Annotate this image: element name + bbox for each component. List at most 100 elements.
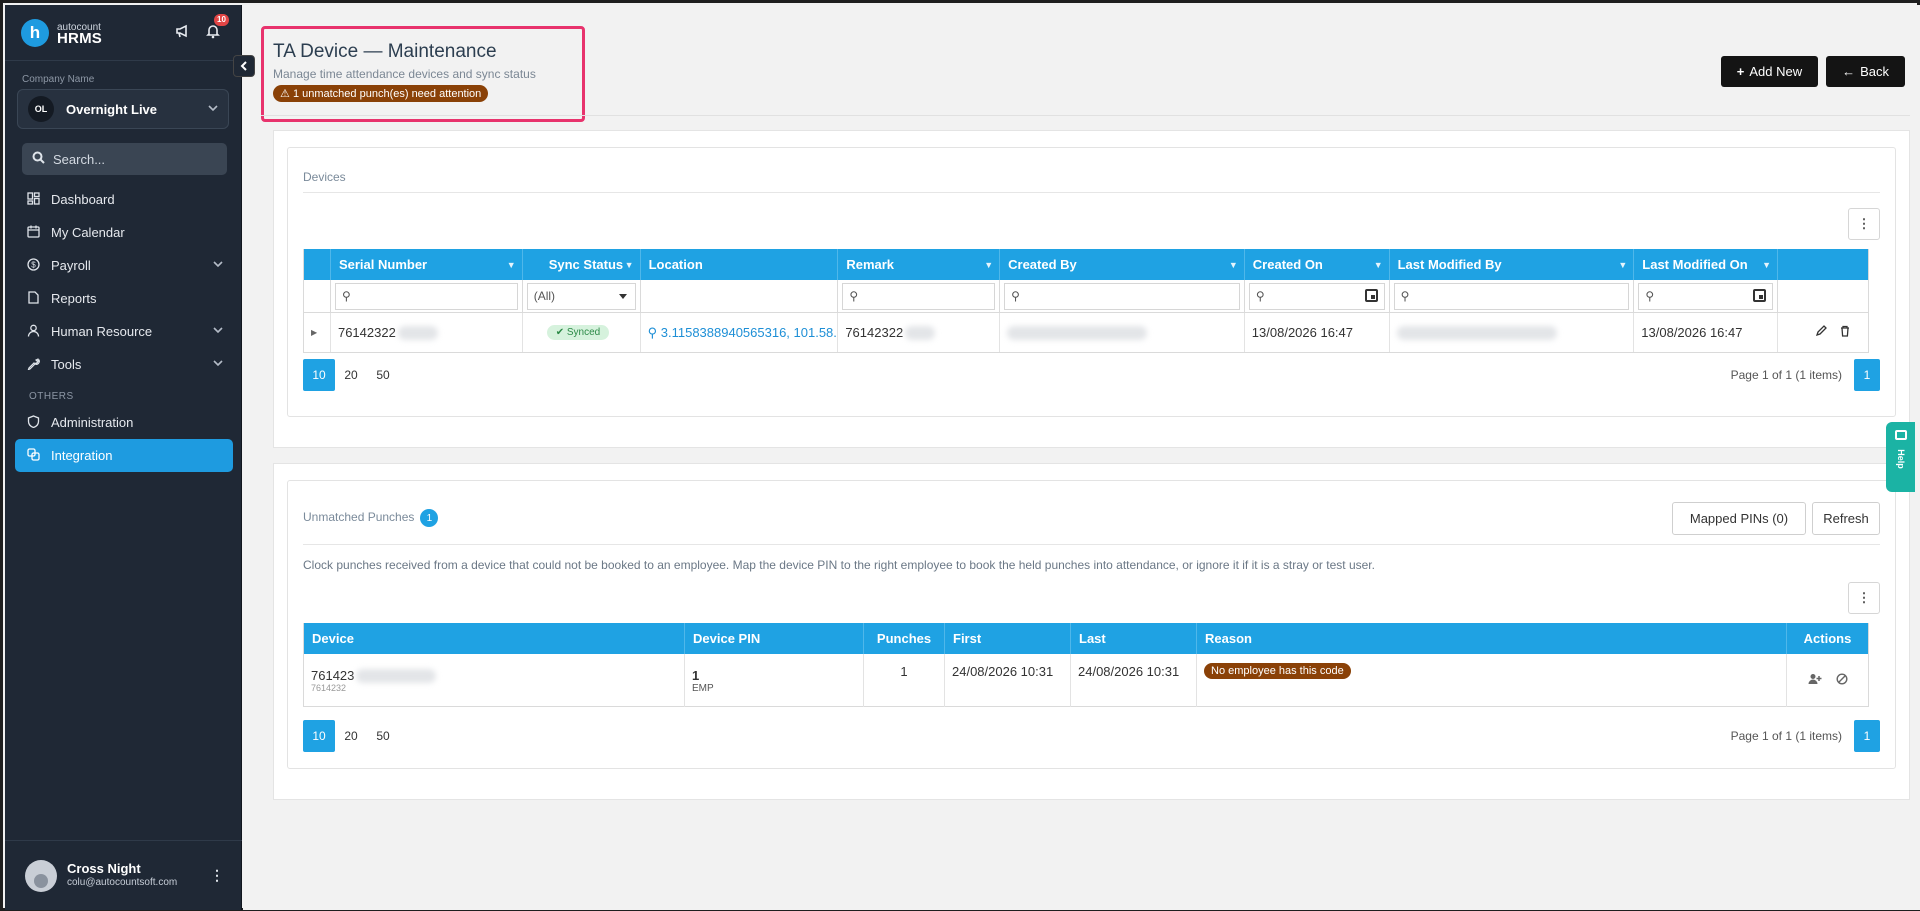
megaphone-icon[interactable]	[175, 23, 191, 43]
help-tab[interactable]: Help	[1886, 422, 1915, 492]
sidebar-item-reports[interactable]: Reports	[5, 282, 241, 315]
sidebar-item-label: My Calendar	[51, 225, 125, 240]
calendar-icon	[25, 225, 41, 241]
brand-logo[interactable]: h	[21, 18, 49, 47]
user-profile[interactable]: Cross Night colu@autocountsoft.com ⋮	[5, 840, 242, 910]
devices-title-divider	[303, 192, 1880, 193]
page-size-20[interactable]: 20	[335, 359, 367, 391]
mapped-pins-button[interactable]: Mapped PINs (0)	[1672, 502, 1806, 535]
remark-value: 76142322	[845, 325, 904, 340]
device-sub-line: 7614232	[311, 683, 346, 693]
column-header-sync-status[interactable]: Sync Status ▼	[523, 249, 641, 280]
sidebar-item-integration[interactable]: Integration	[15, 439, 233, 472]
refresh-button[interactable]: Refresh	[1812, 502, 1880, 535]
search-icon: ⚲	[1255, 289, 1265, 303]
sidebar-item-administration[interactable]: Administration	[5, 406, 241, 439]
page-size-20[interactable]: 20	[335, 720, 367, 752]
serial-filter-input[interactable]: ⚲	[334, 282, 518, 310]
more-vertical-icon[interactable]: ⋮	[210, 867, 224, 884]
remark-filter-input[interactable]: ⚲	[842, 282, 996, 310]
column-header-last[interactable]: Last	[1071, 623, 1197, 654]
column-header-created-by[interactable]: Created By ▼	[1000, 249, 1245, 280]
first-value: 24/08/2026 10:31	[952, 664, 1054, 679]
created-by-cell	[1000, 313, 1245, 352]
pin-sub-value: EMP	[692, 682, 714, 694]
page-number-button[interactable]: 1	[1854, 359, 1880, 391]
page-number-button[interactable]: 1	[1854, 720, 1880, 752]
company-label: Company Name	[22, 74, 95, 85]
column-header-location[interactable]: Location	[641, 249, 839, 280]
sidebar-item-label: Dashboard	[51, 192, 115, 207]
location-cell[interactable]: ⚲ 3.1158388940565316, 101.58...	[641, 313, 839, 352]
sidebar-item-dashboard[interactable]: Dashboard	[5, 183, 241, 216]
table-row[interactable]: 761423 7614232 1 EMP 1 24/08/2026 10:31 …	[304, 654, 1868, 707]
column-header-remark[interactable]: Remark ▼	[838, 249, 1001, 280]
filter-icon[interactable]: ▼	[1229, 260, 1238, 270]
column-header-serial-number[interactable]: Serial Number ▼	[331, 249, 523, 280]
caret-down-icon	[618, 293, 627, 299]
sidebar-item-payroll[interactable]: $ Payroll	[5, 249, 241, 282]
row-actions	[1785, 325, 1851, 340]
filter-icon[interactable]: ▼	[625, 260, 634, 270]
filter-icon[interactable]: ▼	[984, 260, 993, 270]
calendar-icon[interactable]	[1364, 288, 1378, 302]
sidebar-item-label: Payroll	[51, 258, 91, 273]
location-link[interactable]: ⚲ 3.1158388940565316, 101.58...	[648, 325, 838, 341]
reason-cell: No employee has this code	[1197, 654, 1787, 707]
sidebar-item-human-resource[interactable]: Human Resource	[5, 315, 241, 348]
page-size-50[interactable]: 50	[367, 359, 399, 391]
filter-icon[interactable]: ▼	[507, 260, 516, 270]
back-button[interactable]: ← Back	[1826, 56, 1905, 87]
page-size-10[interactable]: 10	[303, 359, 335, 391]
help-label: Help	[1895, 449, 1906, 469]
filter-cell-empty	[641, 280, 839, 312]
column-label: Last Modified By	[1397, 257, 1502, 272]
company-selector[interactable]: OL Overnight Live	[17, 89, 229, 129]
unmatched-menu-button[interactable]: ⋮	[1848, 582, 1880, 614]
column-header-device-pin[interactable]: Device PIN	[685, 623, 864, 654]
created-on-filter-input[interactable]: ⚲	[1248, 282, 1385, 310]
devices-card: Devices ⋮ Serial Number ▼ Sync Status ▼ Lo…	[287, 147, 1896, 417]
sync-status-text: Synced	[566, 327, 601, 338]
column-header-punches[interactable]: Punches	[864, 623, 945, 654]
map-employee-icon[interactable]	[1808, 673, 1822, 688]
trash-icon[interactable]	[1839, 325, 1851, 340]
modified-on-filter-input[interactable]: ⚲	[1638, 282, 1774, 310]
sidebar-item-my-calendar[interactable]: My Calendar	[5, 216, 241, 249]
devices-menu-button[interactable]: ⋮	[1848, 208, 1880, 240]
column-header-first[interactable]: First	[945, 623, 1071, 654]
page-size-10[interactable]: 10	[303, 720, 335, 752]
devices-panel: Devices ⋮ Serial Number ▼ Sync Status ▼ Lo…	[273, 130, 1910, 448]
row-actions-cell	[1778, 313, 1868, 352]
page-size-options: 10 20 50	[303, 720, 399, 752]
filter-icon[interactable]: ▼	[1374, 260, 1383, 270]
expand-row-icon[interactable]: ▶	[304, 313, 331, 352]
ignore-icon[interactable]	[1835, 673, 1848, 688]
sidebar-collapse-button[interactable]	[233, 55, 255, 77]
column-header-last-modified-by[interactable]: Last Modified By ▼	[1390, 249, 1635, 280]
created-by-filter-input[interactable]: ⚲	[1004, 282, 1240, 310]
column-header-reason[interactable]: Reason	[1197, 623, 1787, 654]
page-size-50[interactable]: 50	[367, 720, 399, 752]
modified-by-filter-input[interactable]: ⚲	[1393, 282, 1630, 310]
unmatched-title-text: Unmatched Punches	[303, 510, 415, 525]
sidebar-item-tools[interactable]: Tools	[5, 348, 241, 381]
filter-icon[interactable]: ▼	[1762, 260, 1771, 270]
company-initials: OL	[28, 96, 54, 122]
device-sub-value: 7614232	[311, 683, 347, 694]
filter-icon[interactable]: ▼	[1618, 260, 1627, 270]
nav-section-others: OTHERS	[29, 391, 74, 402]
sidebar-search[interactable]: Search...	[22, 143, 227, 175]
calendar-icon[interactable]	[1753, 288, 1767, 302]
page-info-area: Page 1 of 1 (1 items) 1	[1731, 720, 1880, 752]
sync-status-filter-select[interactable]: (All)	[526, 282, 636, 310]
edit-icon[interactable]	[1815, 325, 1828, 340]
unmatched-description: Clock punches received from a device tha…	[303, 558, 1375, 572]
filter-cell: ⚲	[1634, 280, 1779, 312]
bell-icon[interactable]: 10	[205, 14, 229, 43]
column-header-device[interactable]: Device	[304, 623, 685, 654]
column-header-created-on[interactable]: Created On ▼	[1245, 249, 1390, 280]
table-row[interactable]: ▶ 76142322 ✔ Synced ⚲ 3.1158388940565316…	[304, 313, 1868, 353]
column-header-last-modified-on[interactable]: Last Modified On ▼	[1634, 249, 1779, 280]
add-new-button[interactable]: + Add New	[1720, 56, 1819, 87]
